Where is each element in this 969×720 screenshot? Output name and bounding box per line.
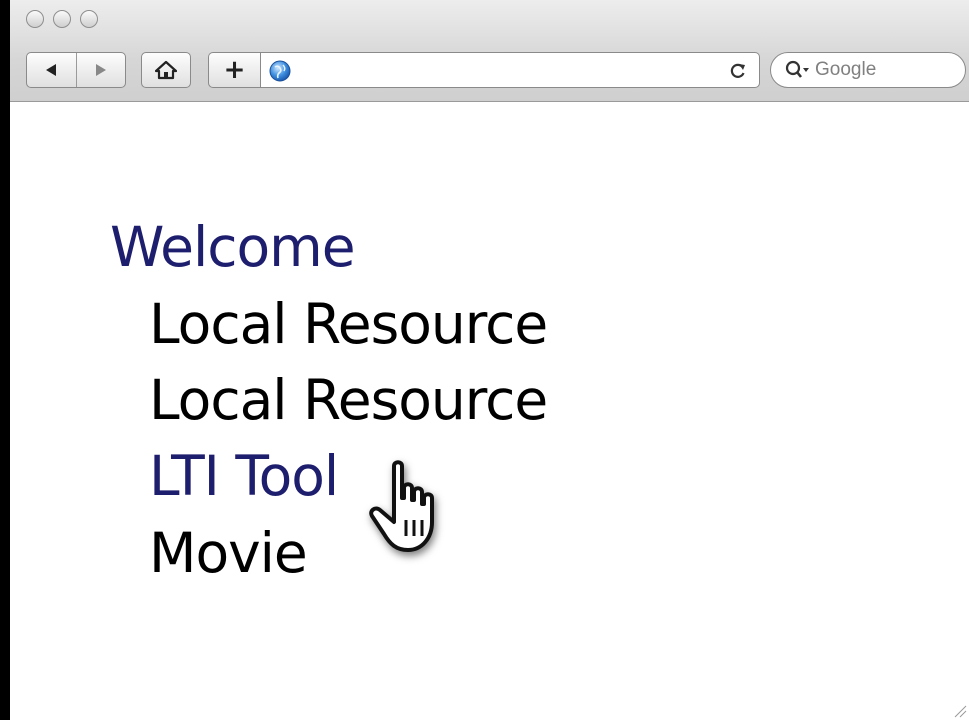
address-bar[interactable] xyxy=(260,52,760,88)
browser-window: + Google Welcome Local Resource Local Re… xyxy=(10,0,969,720)
home-icon xyxy=(155,60,177,80)
resize-grip-icon[interactable] xyxy=(953,704,967,718)
home-button[interactable] xyxy=(141,52,191,88)
forward-button[interactable] xyxy=(77,53,126,87)
nav-item-movie: Movie xyxy=(149,521,308,585)
search-icon xyxy=(785,60,809,78)
reload-icon[interactable] xyxy=(729,62,747,80)
browser-toolbar: + Google xyxy=(10,0,969,102)
back-forward-group xyxy=(26,52,126,88)
forward-arrow-icon xyxy=(95,64,106,76)
search-placeholder: Google xyxy=(815,59,877,80)
back-button[interactable] xyxy=(27,53,77,87)
zoom-window-button[interactable] xyxy=(80,10,98,28)
nav-link-welcome[interactable]: Welcome xyxy=(110,220,356,275)
nav-item-local-resource-1: Local Resource xyxy=(149,292,548,356)
page-content: Welcome Local Resource Local Resource LT… xyxy=(10,102,969,720)
nav-link-lti-tool[interactable]: LTI Tool xyxy=(149,449,339,504)
globe-icon xyxy=(269,60,291,82)
plus-icon: + xyxy=(223,55,246,85)
add-bookmark-button[interactable]: + xyxy=(208,52,260,88)
close-window-button[interactable] xyxy=(26,10,44,28)
back-arrow-icon xyxy=(46,64,57,76)
minimize-window-button[interactable] xyxy=(53,10,71,28)
search-field[interactable]: Google xyxy=(770,52,966,88)
nav-item-local-resource-2: Local Resource xyxy=(149,368,548,432)
hand-cursor-icon xyxy=(369,460,434,552)
